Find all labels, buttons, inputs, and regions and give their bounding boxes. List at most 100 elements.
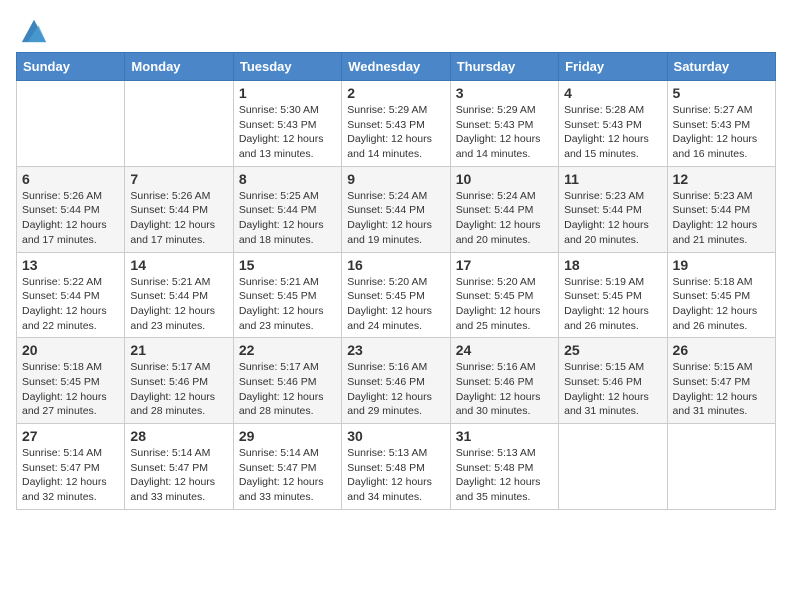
day-info: Sunrise: 5:16 AM Sunset: 5:46 PM Dayligh… [456, 360, 553, 419]
calendar-day-header: Monday [125, 53, 233, 81]
day-number: 24 [456, 342, 553, 358]
day-info: Sunrise: 5:15 AM Sunset: 5:46 PM Dayligh… [564, 360, 661, 419]
calendar-week-row: 20 Sunrise: 5:18 AM Sunset: 5:45 PM Dayli… [17, 338, 776, 424]
day-number: 25 [564, 342, 661, 358]
day-info: Sunrise: 5:23 AM Sunset: 5:44 PM Dayligh… [564, 189, 661, 248]
day-info: Sunrise: 5:18 AM Sunset: 5:45 PM Dayligh… [22, 360, 119, 419]
calendar-cell: 15 Sunrise: 5:21 AM Sunset: 5:45 PM Dayli… [233, 252, 341, 338]
calendar-cell: 17 Sunrise: 5:20 AM Sunset: 5:45 PM Dayli… [450, 252, 558, 338]
day-number: 30 [347, 428, 444, 444]
calendar-cell: 20 Sunrise: 5:18 AM Sunset: 5:45 PM Dayli… [17, 338, 125, 424]
day-info: Sunrise: 5:17 AM Sunset: 5:46 PM Dayligh… [239, 360, 336, 419]
calendar-cell: 12 Sunrise: 5:23 AM Sunset: 5:44 PM Dayli… [667, 166, 775, 252]
day-number: 5 [673, 85, 770, 101]
day-info: Sunrise: 5:29 AM Sunset: 5:43 PM Dayligh… [347, 103, 444, 162]
day-info: Sunrise: 5:27 AM Sunset: 5:43 PM Dayligh… [673, 103, 770, 162]
calendar-cell: 7Sunrise: 5:26 AM Sunset: 5:44 PM Daylig… [125, 166, 233, 252]
day-number: 13 [22, 257, 119, 273]
calendar-cell: 21 Sunrise: 5:17 AM Sunset: 5:46 PM Dayli… [125, 338, 233, 424]
day-info: Sunrise: 5:24 AM Sunset: 5:44 PM Dayligh… [347, 189, 444, 248]
day-number: 3 [456, 85, 553, 101]
calendar-cell: 10Sunrise: 5:24 AM Sunset: 5:44 PM Dayli… [450, 166, 558, 252]
calendar-cell: 19 Sunrise: 5:18 AM Sunset: 5:45 PM Dayli… [667, 252, 775, 338]
day-number: 15 [239, 257, 336, 273]
day-number: 6 [22, 171, 119, 187]
day-info: Sunrise: 5:26 AM Sunset: 5:44 PM Dayligh… [22, 189, 119, 248]
day-number: 22 [239, 342, 336, 358]
calendar-cell: 11 Sunrise: 5:23 AM Sunset: 5:44 PM Dayli… [559, 166, 667, 252]
calendar-day-header: Saturday [667, 53, 775, 81]
day-info: Sunrise: 5:18 AM Sunset: 5:45 PM Dayligh… [673, 275, 770, 334]
day-number: 18 [564, 257, 661, 273]
calendar-cell: 26 Sunrise: 5:15 AM Sunset: 5:47 PM Dayli… [667, 338, 775, 424]
calendar-cell: 29Sunrise: 5:14 AM Sunset: 5:47 PM Dayli… [233, 424, 341, 510]
calendar-cell [667, 424, 775, 510]
calendar-week-row: 13 Sunrise: 5:22 AM Sunset: 5:44 PM Dayli… [17, 252, 776, 338]
day-info: Sunrise: 5:29 AM Sunset: 5:43 PM Dayligh… [456, 103, 553, 162]
day-number: 26 [673, 342, 770, 358]
calendar-cell: 28 Sunrise: 5:14 AM Sunset: 5:47 PM Dayli… [125, 424, 233, 510]
day-number: 23 [347, 342, 444, 358]
day-info: Sunrise: 5:21 AM Sunset: 5:45 PM Dayligh… [239, 275, 336, 334]
calendar-day-header: Friday [559, 53, 667, 81]
calendar-cell: 6 Sunrise: 5:26 AM Sunset: 5:44 PM Daylig… [17, 166, 125, 252]
day-info: Sunrise: 5:13 AM Sunset: 5:48 PM Dayligh… [347, 446, 444, 505]
day-info: Sunrise: 5:16 AM Sunset: 5:46 PM Dayligh… [347, 360, 444, 419]
calendar-cell: 2 Sunrise: 5:29 AM Sunset: 5:43 PM Daylig… [342, 81, 450, 167]
calendar-cell: 23 Sunrise: 5:16 AM Sunset: 5:46 PM Dayli… [342, 338, 450, 424]
calendar-cell: 24 Sunrise: 5:16 AM Sunset: 5:46 PM Dayli… [450, 338, 558, 424]
day-number: 2 [347, 85, 444, 101]
calendar-day-header: Wednesday [342, 53, 450, 81]
day-info: Sunrise: 5:21 AM Sunset: 5:44 PM Dayligh… [130, 275, 227, 334]
header [16, 16, 776, 44]
day-number: 12 [673, 171, 770, 187]
day-number: 8 [239, 171, 336, 187]
calendar-cell: 18Sunrise: 5:19 AM Sunset: 5:45 PM Dayli… [559, 252, 667, 338]
day-number: 21 [130, 342, 227, 358]
calendar-cell: 1Sunrise: 5:30 AM Sunset: 5:43 PM Daylig… [233, 81, 341, 167]
day-info: Sunrise: 5:17 AM Sunset: 5:46 PM Dayligh… [130, 360, 227, 419]
calendar-cell [17, 81, 125, 167]
calendar-cell: 25 Sunrise: 5:15 AM Sunset: 5:46 PM Dayli… [559, 338, 667, 424]
day-info: Sunrise: 5:13 AM Sunset: 5:48 PM Dayligh… [456, 446, 553, 505]
calendar-cell: 16 Sunrise: 5:20 AM Sunset: 5:45 PM Dayli… [342, 252, 450, 338]
day-info: Sunrise: 5:20 AM Sunset: 5:45 PM Dayligh… [347, 275, 444, 334]
day-number: 1 [239, 85, 336, 101]
calendar-cell [125, 81, 233, 167]
day-info: Sunrise: 5:23 AM Sunset: 5:44 PM Dayligh… [673, 189, 770, 248]
day-number: 28 [130, 428, 227, 444]
calendar-day-header: Thursday [450, 53, 558, 81]
day-info: Sunrise: 5:15 AM Sunset: 5:47 PM Dayligh… [673, 360, 770, 419]
day-number: 31 [456, 428, 553, 444]
day-number: 20 [22, 342, 119, 358]
day-number: 9 [347, 171, 444, 187]
day-info: Sunrise: 5:24 AM Sunset: 5:44 PM Dayligh… [456, 189, 553, 248]
calendar-cell: 4Sunrise: 5:28 AM Sunset: 5:43 PM Daylig… [559, 81, 667, 167]
calendar-cell: 22 Sunrise: 5:17 AM Sunset: 5:46 PM Dayli… [233, 338, 341, 424]
day-number: 17 [456, 257, 553, 273]
calendar-cell: 31 Sunrise: 5:13 AM Sunset: 5:48 PM Dayli… [450, 424, 558, 510]
calendar-cell: 3 Sunrise: 5:29 AM Sunset: 5:43 PM Daylig… [450, 81, 558, 167]
logo-icon [20, 16, 48, 44]
calendar-cell: 13 Sunrise: 5:22 AM Sunset: 5:44 PM Dayli… [17, 252, 125, 338]
day-number: 29 [239, 428, 336, 444]
day-number: 11 [564, 171, 661, 187]
day-number: 16 [347, 257, 444, 273]
calendar-table: SundayMondayTuesdayWednesdayThursdayFrid… [16, 52, 776, 510]
day-info: Sunrise: 5:20 AM Sunset: 5:45 PM Dayligh… [456, 275, 553, 334]
day-info: Sunrise: 5:14 AM Sunset: 5:47 PM Dayligh… [130, 446, 227, 505]
day-info: Sunrise: 5:28 AM Sunset: 5:43 PM Dayligh… [564, 103, 661, 162]
calendar-cell: 27Sunrise: 5:14 AM Sunset: 5:47 PM Dayli… [17, 424, 125, 510]
calendar-cell: 9 Sunrise: 5:24 AM Sunset: 5:44 PM Daylig… [342, 166, 450, 252]
calendar-week-row: 1Sunrise: 5:30 AM Sunset: 5:43 PM Daylig… [17, 81, 776, 167]
day-info: Sunrise: 5:26 AM Sunset: 5:44 PM Dayligh… [130, 189, 227, 248]
calendar-cell: 14 Sunrise: 5:21 AM Sunset: 5:44 PM Dayli… [125, 252, 233, 338]
day-number: 14 [130, 257, 227, 273]
logo [16, 16, 48, 44]
calendar-cell: 8Sunrise: 5:25 AM Sunset: 5:44 PM Daylig… [233, 166, 341, 252]
calendar-day-header: Sunday [17, 53, 125, 81]
main-container: SundayMondayTuesdayWednesdayThursdayFrid… [0, 0, 792, 520]
day-info: Sunrise: 5:14 AM Sunset: 5:47 PM Dayligh… [22, 446, 119, 505]
day-info: Sunrise: 5:22 AM Sunset: 5:44 PM Dayligh… [22, 275, 119, 334]
day-number: 19 [673, 257, 770, 273]
